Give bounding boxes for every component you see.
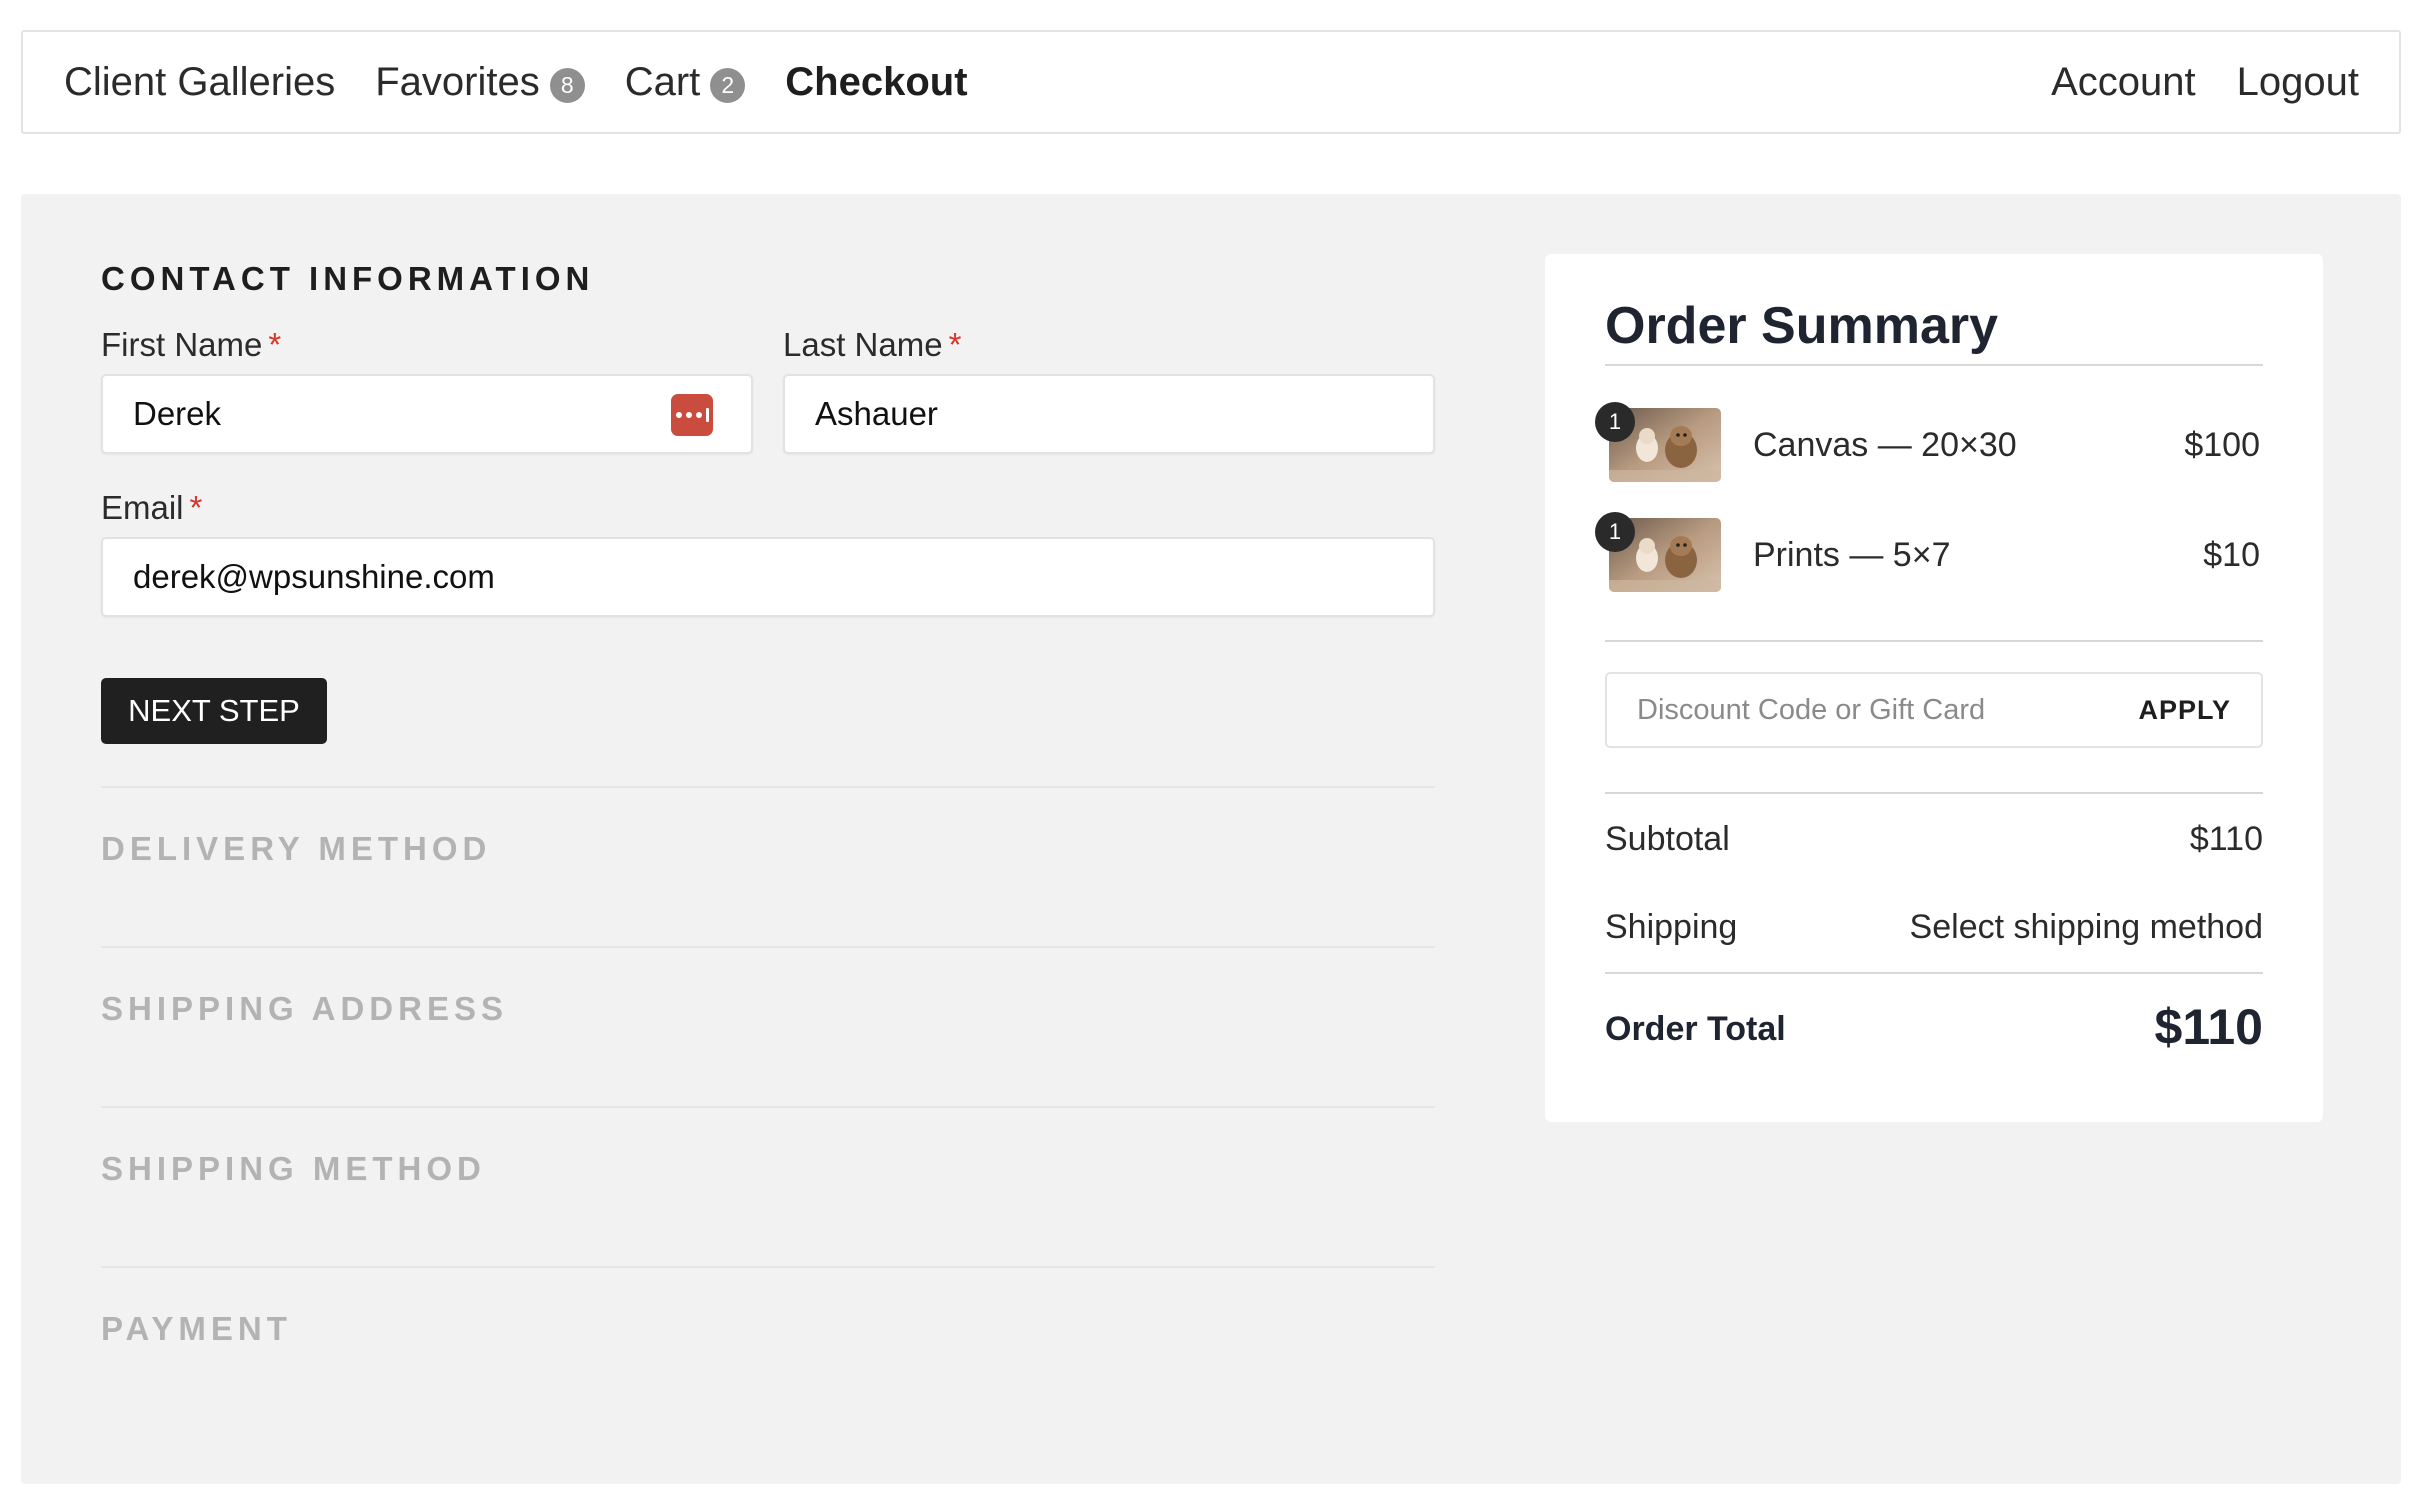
last-name-input[interactable] <box>815 395 1403 433</box>
email-label: Email * <box>101 489 202 527</box>
shipping-label: Shipping <box>1605 908 1738 946</box>
last-name-field <box>783 374 1435 454</box>
first-name-label-text: First Name <box>101 326 263 363</box>
required-marker: * <box>268 326 282 363</box>
checkout-panel: CONTACT INFORMATION First Name* Last Nam… <box>21 194 2401 1484</box>
step-divider <box>101 1106 1435 1108</box>
nav-logout-label: Logout <box>2236 59 2359 104</box>
summary-divider <box>1605 972 2263 974</box>
order-total-value: $110 <box>2154 999 2263 1055</box>
nav-account-label: Account <box>2051 59 2196 104</box>
nav-checkout-label: Checkout <box>785 59 968 104</box>
shipping-address-heading: SHIPPING ADDRESS <box>101 990 509 1027</box>
nav-account[interactable]: Account <box>2051 60 2196 105</box>
summary-divider <box>1605 364 2263 366</box>
nav-client-galleries-label: Client Galleries <box>64 59 336 104</box>
item-name: Prints — 5×7 <box>1753 536 1951 574</box>
last-name-label-text: Last Name <box>783 326 943 363</box>
required-marker: * <box>948 326 962 363</box>
nav-logout[interactable]: Logout <box>2237 60 2359 105</box>
subtotal-label: Subtotal <box>1605 820 1730 858</box>
first-name-label: First Name * <box>101 326 281 364</box>
email-input[interactable] <box>133 558 1403 596</box>
order-summary: Order Summary 1 Canvas — 20×30 $100 1 Pr… <box>1545 254 2323 1122</box>
nav-cart[interactable]: Cart 2 <box>625 60 746 105</box>
password-manager-icon[interactable] <box>671 394 713 436</box>
order-total-label: Order Total <box>1605 1010 1786 1048</box>
nav-favorites[interactable]: Favorites 8 <box>375 60 585 105</box>
email-label-text: Email <box>101 489 184 526</box>
email-field <box>101 537 1435 617</box>
nav-left-group: Client Galleries Favorites 8 Cart 2 Chec… <box>64 60 1008 105</box>
nav-client-galleries[interactable]: Client Galleries <box>64 60 335 105</box>
item-quantity-badge: 1 <box>1595 512 1635 552</box>
last-name-label: Last Name * <box>783 326 961 364</box>
item-price: $10 <box>2203 536 2260 574</box>
next-step-button[interactable]: NEXT STEP <box>101 678 327 744</box>
step-divider <box>101 946 1435 948</box>
summary-divider <box>1605 792 2263 794</box>
step-divider <box>101 786 1435 788</box>
shipping-value: Select shipping method <box>1909 908 2263 946</box>
cart-count-badge: 2 <box>710 67 746 103</box>
first-name-input[interactable] <box>133 395 721 433</box>
item-name: Canvas — 20×30 <box>1753 426 2017 464</box>
discount-code-input[interactable] <box>1637 693 2117 727</box>
step-divider <box>101 1266 1435 1268</box>
nav-favorites-label: Favorites <box>375 59 540 104</box>
item-quantity-badge: 1 <box>1595 402 1635 442</box>
contact-information-heading: CONTACT INFORMATION <box>101 260 595 297</box>
favorites-count-badge: 8 <box>549 67 585 103</box>
apply-discount-button[interactable]: APPLY <box>2138 695 2231 726</box>
delivery-method-heading: DELIVERY METHOD <box>101 830 492 867</box>
payment-heading: PAYMENT <box>101 1310 292 1347</box>
nav-right-group: Account Logout <box>2010 60 2359 105</box>
top-navigation: Client Galleries Favorites 8 Cart 2 Chec… <box>21 30 2401 134</box>
summary-divider <box>1605 640 2263 642</box>
subtotal-value: $110 <box>2189 820 2263 858</box>
nav-checkout[interactable]: Checkout <box>785 60 967 105</box>
shipping-method-heading: SHIPPING METHOD <box>101 1150 486 1187</box>
item-price: $100 <box>2184 426 2260 464</box>
nav-cart-label: Cart <box>624 59 701 104</box>
required-marker: * <box>189 489 203 526</box>
discount-code-box: APPLY <box>1605 672 2263 748</box>
order-summary-title: Order Summary <box>1605 297 1999 355</box>
first-name-field <box>101 374 753 454</box>
